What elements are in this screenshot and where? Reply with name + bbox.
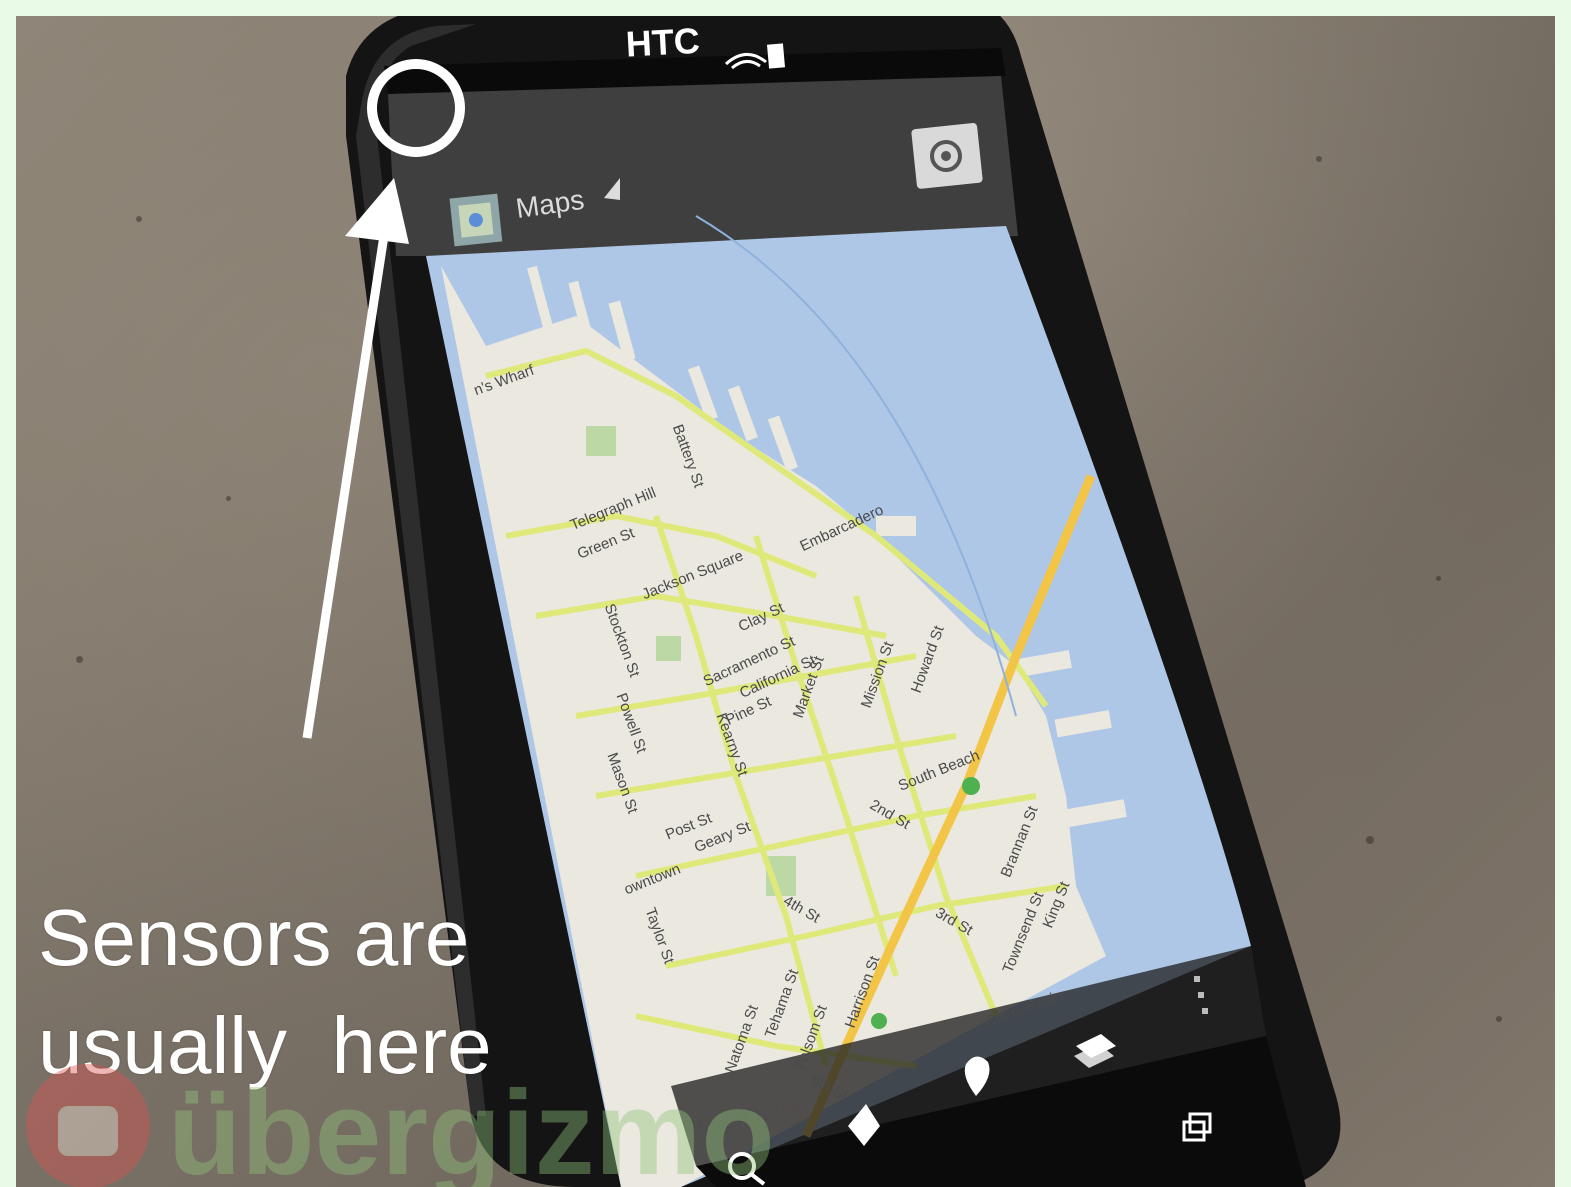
transit-marker <box>962 777 980 795</box>
maps-app-icon <box>449 193 503 247</box>
watermark-logo: übergizmo <box>26 1064 775 1187</box>
photo-frame: HTC Maps Google n's Wharf Telegraph Hill… <box>16 16 1555 1187</box>
my-location-button <box>911 123 983 189</box>
battery-icon <box>766 43 786 69</box>
transit-marker <box>871 1013 887 1029</box>
brand-text: HTC <box>625 20 701 65</box>
caption-line-1: Sensors are <box>38 893 470 982</box>
watermark-text: übergizmo <box>168 1066 775 1187</box>
